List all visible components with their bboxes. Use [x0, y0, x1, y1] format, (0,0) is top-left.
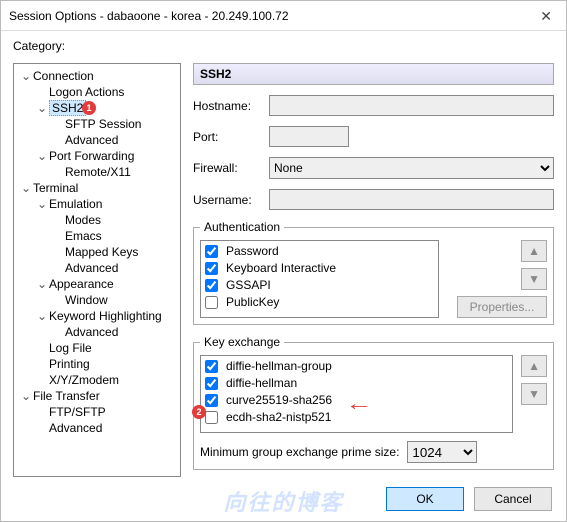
auth-move-up-button[interactable]: ▲	[521, 240, 547, 262]
expander-icon[interactable]: ⌄	[36, 197, 48, 211]
tree-terminal[interactable]: ⌄Terminal	[16, 180, 178, 196]
expander-icon[interactable]: ⌄	[36, 149, 48, 163]
panel-title: SSH2	[193, 63, 554, 85]
auth-check-publickey[interactable]	[205, 296, 218, 309]
min-prime-select[interactable]: 1024	[407, 441, 477, 463]
tree-printing[interactable]: Printing	[16, 356, 178, 372]
tree-keyword-highlighting[interactable]: ⌄Keyword Highlighting	[16, 308, 178, 324]
tree-em-advanced[interactable]: Advanced	[16, 260, 178, 276]
expander-icon[interactable]: ⌄	[36, 101, 48, 115]
watermark-text: 向往的博客	[223, 485, 343, 517]
tree-connection[interactable]: ⌄Connection	[16, 68, 178, 84]
category-label: Category:	[1, 31, 566, 53]
kex-move-down-button[interactable]: ▼	[521, 383, 547, 405]
authentication-group: Authentication Password Keyboard Interac…	[193, 220, 554, 325]
tree-port-forwarding[interactable]: ⌄Port Forwarding	[16, 148, 178, 164]
tree-ft-advanced[interactable]: Advanced	[16, 420, 178, 436]
key-exchange-legend: Key exchange	[200, 335, 284, 349]
tree-xy-zmodem[interactable]: X/Y/Zmodem	[16, 372, 178, 388]
auth-item-password[interactable]: Password	[205, 243, 434, 260]
auth-item-gssapi[interactable]: GSSAPI	[205, 277, 434, 294]
tree-ssh2-advanced[interactable]: Advanced	[16, 132, 178, 148]
firewall-label: Firewall:	[193, 161, 265, 175]
kex-check-dh-group[interactable]	[205, 360, 218, 373]
kex-check-dh[interactable]	[205, 377, 218, 390]
tree-kh-advanced[interactable]: Advanced	[16, 324, 178, 340]
kex-item-dh[interactable]: diffie-hellman	[205, 375, 508, 392]
auth-check-keyboard[interactable]	[205, 262, 218, 275]
port-label: Port:	[193, 130, 265, 144]
cancel-button[interactable]: Cancel	[474, 487, 552, 511]
hostname-field[interactable]	[269, 95, 554, 116]
expander-icon[interactable]: ⌄	[36, 309, 48, 323]
close-icon[interactable]: ✕	[534, 1, 558, 31]
tree-mapped-keys[interactable]: Mapped Keys	[16, 244, 178, 260]
expander-icon[interactable]: ⌄	[36, 277, 48, 291]
tree-ssh2[interactable]: ⌄SSH2 1	[16, 100, 178, 116]
kex-move-up-button[interactable]: ▲	[521, 355, 547, 377]
username-field[interactable]	[269, 189, 554, 210]
firewall-select[interactable]: None	[269, 157, 554, 179]
tree-window[interactable]: Window	[16, 292, 178, 308]
annotation-badge-2: 2	[192, 405, 206, 419]
tree-emacs[interactable]: Emacs	[16, 228, 178, 244]
auth-check-gssapi[interactable]	[205, 279, 218, 292]
tree-appearance[interactable]: ⌄Appearance	[16, 276, 178, 292]
tree-emulation[interactable]: ⌄Emulation	[16, 196, 178, 212]
tree-log-file[interactable]: Log File	[16, 340, 178, 356]
auth-move-down-button[interactable]: ▼	[521, 268, 547, 290]
authentication-legend: Authentication	[200, 220, 284, 234]
titlebar: Session Options - dabaoone - korea - 20.…	[1, 1, 566, 31]
key-exchange-group: Key exchange 2 ← diffie-hellman-group di…	[193, 335, 554, 470]
tree-ftp-sftp[interactable]: FTP/SFTP	[16, 404, 178, 420]
category-tree[interactable]: ⌄Connection Logon Actions ⌄SSH2 1 SFTP S…	[13, 63, 181, 477]
annotation-arrow-icon: ←	[345, 393, 373, 416]
window-title: Session Options - dabaoone - korea - 20.…	[9, 1, 289, 31]
auth-item-keyboard[interactable]: Keyboard Interactive	[205, 260, 434, 277]
tree-file-transfer[interactable]: ⌄File Transfer	[16, 388, 178, 404]
username-label: Username:	[193, 193, 265, 207]
auth-check-password[interactable]	[205, 245, 218, 258]
annotation-badge-1: 1	[82, 101, 96, 115]
min-prime-label: Minimum group exchange prime size:	[200, 445, 399, 459]
kex-check-ecdh521[interactable]	[205, 411, 218, 424]
kex-check-curve25519[interactable]	[205, 394, 218, 407]
expander-icon[interactable]: ⌄	[20, 69, 32, 83]
tree-logon-actions[interactable]: Logon Actions	[16, 84, 178, 100]
tree-modes[interactable]: Modes	[16, 212, 178, 228]
auth-properties-button[interactable]: Properties...	[457, 296, 547, 318]
ok-button[interactable]: OK	[386, 487, 464, 511]
auth-listbox[interactable]: Password Keyboard Interactive GSSAPI Pub…	[200, 240, 439, 318]
expander-icon[interactable]: ⌄	[20, 389, 32, 403]
tree-remote-x11[interactable]: Remote/X11	[16, 164, 178, 180]
expander-icon[interactable]: ⌄	[20, 181, 32, 195]
hostname-label: Hostname:	[193, 99, 265, 113]
auth-item-publickey[interactable]: PublicKey	[205, 294, 434, 311]
port-field[interactable]	[269, 126, 349, 147]
tree-sftp-session[interactable]: SFTP Session	[16, 116, 178, 132]
kex-item-dh-group[interactable]: diffie-hellman-group	[205, 358, 508, 375]
